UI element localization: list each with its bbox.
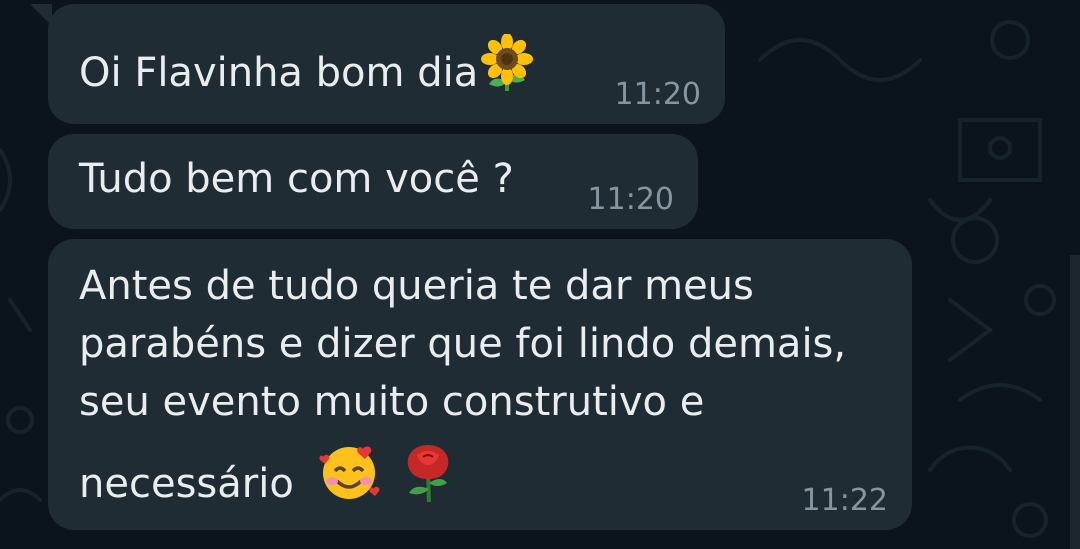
message-line-last: necessário	[79, 439, 899, 519]
message-line: Antes de tudo queria te dar meus	[79, 263, 754, 309]
rose-emoji	[399, 439, 457, 519]
message-line: seu evento muito construtivo e	[79, 379, 705, 425]
message-body: Oi Flavinha bom dia	[79, 50, 479, 96]
message-text: Antes de tudo queria te dar meus parabén…	[79, 257, 899, 519]
scrollbar[interactable]	[1070, 255, 1080, 549]
message-bubble[interactable]: Antes de tudo queria te dar meus parabén…	[48, 239, 912, 530]
message-timestamp: 11:22	[801, 483, 888, 518]
message-bubble[interactable]: Tudo bem com você ? 11:20	[48, 134, 698, 229]
message-timestamp: 11:20	[614, 77, 701, 112]
message-text: Tudo bem com você ?	[79, 156, 514, 202]
message-bubble[interactable]: Oi Flavinha bom dia 11:20	[30, 4, 725, 124]
bubble-tail	[30, 4, 52, 26]
sunflower-emoji	[478, 33, 536, 108]
smiling-face-with-hearts-emoji	[317, 439, 383, 519]
message-line: parabéns e dizer que foi lindo demais,	[79, 321, 847, 367]
message-timestamp: 11:20	[587, 182, 674, 217]
message-line: necessário	[79, 461, 294, 507]
message-text: Oi Flavinha bom dia	[79, 33, 536, 108]
